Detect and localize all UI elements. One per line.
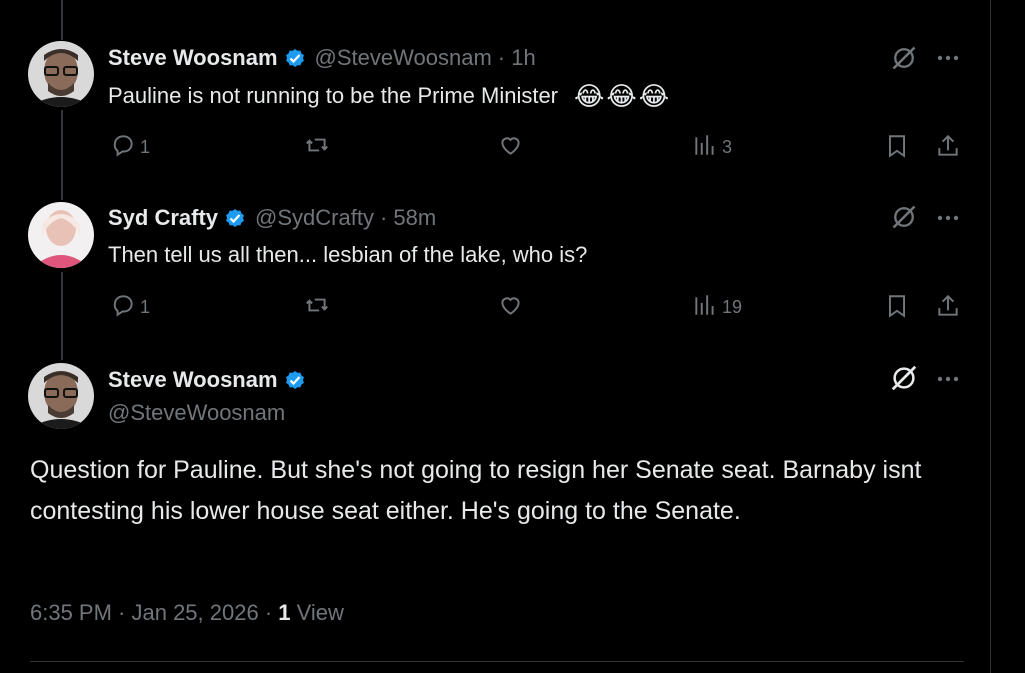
more-icon (936, 209, 960, 227)
share-button[interactable] (934, 134, 962, 162)
share-button[interactable] (934, 294, 962, 322)
main-tweet-handle-row: @SteveWoosnam (108, 399, 285, 427)
views-icon (692, 292, 718, 323)
avatar[interactable] (28, 363, 94, 429)
retweet-icon (303, 292, 331, 323)
verified-icon (283, 46, 307, 70)
main-tweet-text: Question for Pauline. But she's not goin… (30, 456, 922, 525)
bookmark-icon (884, 133, 910, 164)
reply-button[interactable]: 1 (110, 134, 150, 160)
verified-icon (223, 206, 247, 230)
emoji-group: 😂 😂 😂 (572, 81, 669, 112)
more-icon (936, 370, 960, 388)
views-count: 19 (722, 296, 743, 317)
tweet-time[interactable]: · 58m (380, 205, 436, 231)
more-button[interactable] (933, 206, 963, 230)
thread-line-2 (61, 272, 63, 360)
joy-emoji: 😂 (606, 80, 637, 111)
tweet-time[interactable]: · 1h (498, 45, 536, 71)
tweet-header: Syd Crafty @SydCrafty · 58m (108, 204, 436, 232)
share-icon (935, 293, 961, 324)
thread-line-top (61, 0, 63, 40)
bookmark-button[interactable] (883, 134, 911, 162)
verified-icon (283, 368, 307, 392)
tweet-header: Steve Woosnam @SteveWoosnam · 1h (108, 44, 536, 72)
retweet-icon (303, 132, 331, 163)
column-border (990, 0, 991, 673)
tweet-metadata: 6:35 PM · Jan 25, 2026 · 1 View (30, 600, 344, 626)
reply-icon (110, 292, 136, 323)
joy-emoji: 😂 (638, 80, 670, 111)
author-name[interactable]: Steve Woosnam (108, 367, 278, 393)
views-count: 3 (722, 136, 733, 157)
more-icon (936, 49, 960, 67)
bookmark-icon (884, 293, 910, 324)
avatar[interactable] (28, 202, 94, 268)
views-button[interactable]: 3 (692, 134, 732, 160)
grok-button[interactable] (888, 44, 920, 76)
share-icon (935, 133, 961, 164)
like-icon (497, 132, 524, 163)
retweet-button[interactable] (303, 134, 331, 160)
grok-button[interactable] (888, 203, 920, 235)
tweet-text: Pauline is not running to be the Prime M… (108, 80, 670, 112)
tweet-timestamp[interactable]: 6:35 PM · Jan 25, 2026 · (30, 600, 278, 625)
more-button[interactable] (933, 367, 963, 391)
grok-icon (889, 363, 919, 398)
author-handle[interactable]: @SydCrafty (255, 205, 374, 231)
reply-button[interactable]: 1 (110, 294, 150, 320)
retweet-button[interactable] (303, 294, 331, 320)
joy-emoji: 😂 (574, 80, 605, 111)
like-button[interactable] (497, 294, 524, 320)
grok-icon (890, 203, 918, 236)
grok-button[interactable] (888, 364, 920, 396)
grok-icon (890, 44, 918, 77)
divider (30, 661, 964, 662)
views-button[interactable]: 19 (692, 294, 742, 320)
views-icon (692, 132, 718, 163)
bookmark-button[interactable] (883, 294, 911, 322)
reply-count: 1 (140, 296, 151, 317)
like-button[interactable] (497, 134, 524, 160)
thread-line-1 (61, 110, 63, 200)
reply-icon (110, 132, 136, 163)
views-count: 1 (278, 600, 291, 625)
avatar[interactable] (28, 41, 94, 107)
author-name[interactable]: Syd Crafty (108, 205, 218, 231)
main-tweet-header: Steve Woosnam (108, 366, 315, 394)
reply-count: 1 (140, 136, 151, 157)
tweet-text: Then tell us all then... lesbian of the … (108, 242, 588, 267)
more-button[interactable] (933, 46, 963, 70)
author-name[interactable]: Steve Woosnam (108, 45, 278, 71)
author-handle[interactable]: @SteveWoosnam (315, 45, 492, 71)
like-icon (497, 292, 524, 323)
author-handle[interactable]: @SteveWoosnam (108, 400, 285, 426)
views-label: View (296, 600, 344, 625)
